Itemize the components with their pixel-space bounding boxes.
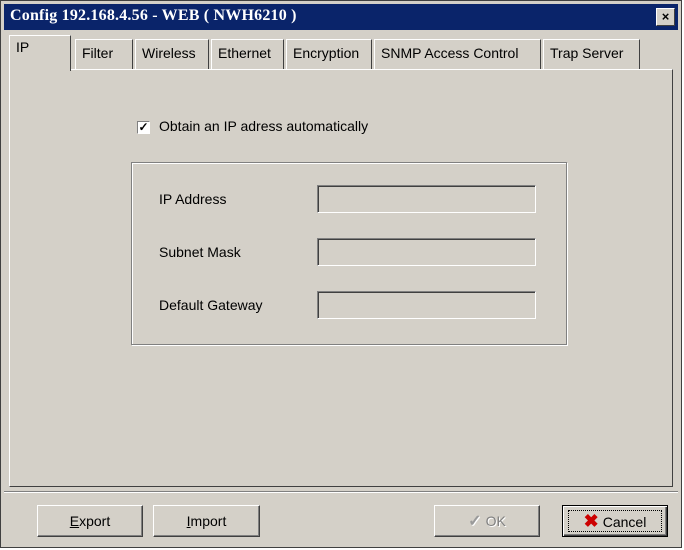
export-accelerator: E <box>69 513 80 529</box>
ok-button[interactable]: ✓ OK <box>434 505 540 537</box>
subnet-mask-label: Subnet Mask <box>159 244 241 260</box>
obtain-ip-auto-label[interactable]: Obtain an IP adress automatically <box>159 118 368 134</box>
title-bar[interactable]: Config 192.168.4.56 - WEB ( NWH6210 ) × <box>4 4 678 30</box>
tab-ethernet[interactable]: Ethernet <box>211 39 284 69</box>
ip-address-label: IP Address <box>159 191 227 207</box>
import-label: mport <box>190 513 227 529</box>
export-button[interactable]: Export <box>37 505 143 537</box>
tab-ip[interactable]: IP <box>9 35 71 71</box>
button-separator <box>4 491 678 493</box>
tab-snmp-access-control[interactable]: SNMP Access Control <box>374 39 541 69</box>
close-icon[interactable]: × <box>656 8 675 26</box>
cancel-button[interactable]: ✖ Cancel <box>562 505 668 537</box>
tab-trap-server[interactable]: Trap Server <box>543 39 640 69</box>
default-gateway-label: Default Gateway <box>159 297 263 313</box>
import-button[interactable]: Import <box>153 505 260 537</box>
ok-label: OK <box>485 513 506 529</box>
config-window: Config 192.168.4.56 - WEB ( NWH6210 ) × … <box>0 0 682 548</box>
tab-filter[interactable]: Filter <box>75 39 133 69</box>
subnet-mask-field[interactable] <box>317 238 536 266</box>
default-gateway-field[interactable] <box>317 291 536 319</box>
window-title: Config 192.168.4.56 - WEB ( NWH6210 ) <box>10 7 297 24</box>
tab-encryption[interactable]: Encryption <box>286 39 372 69</box>
tab-wireless[interactable]: Wireless <box>135 39 209 69</box>
obtain-ip-auto-checkbox[interactable]: ✓ <box>137 121 150 134</box>
export-label: xport <box>79 513 111 529</box>
ip-address-field[interactable] <box>317 185 536 213</box>
tab-strip: IP Filter Wireless Ethernet Encryption S… <box>9 35 649 71</box>
check-icon: ✓ <box>468 513 482 530</box>
focus-rectangle <box>568 510 662 532</box>
